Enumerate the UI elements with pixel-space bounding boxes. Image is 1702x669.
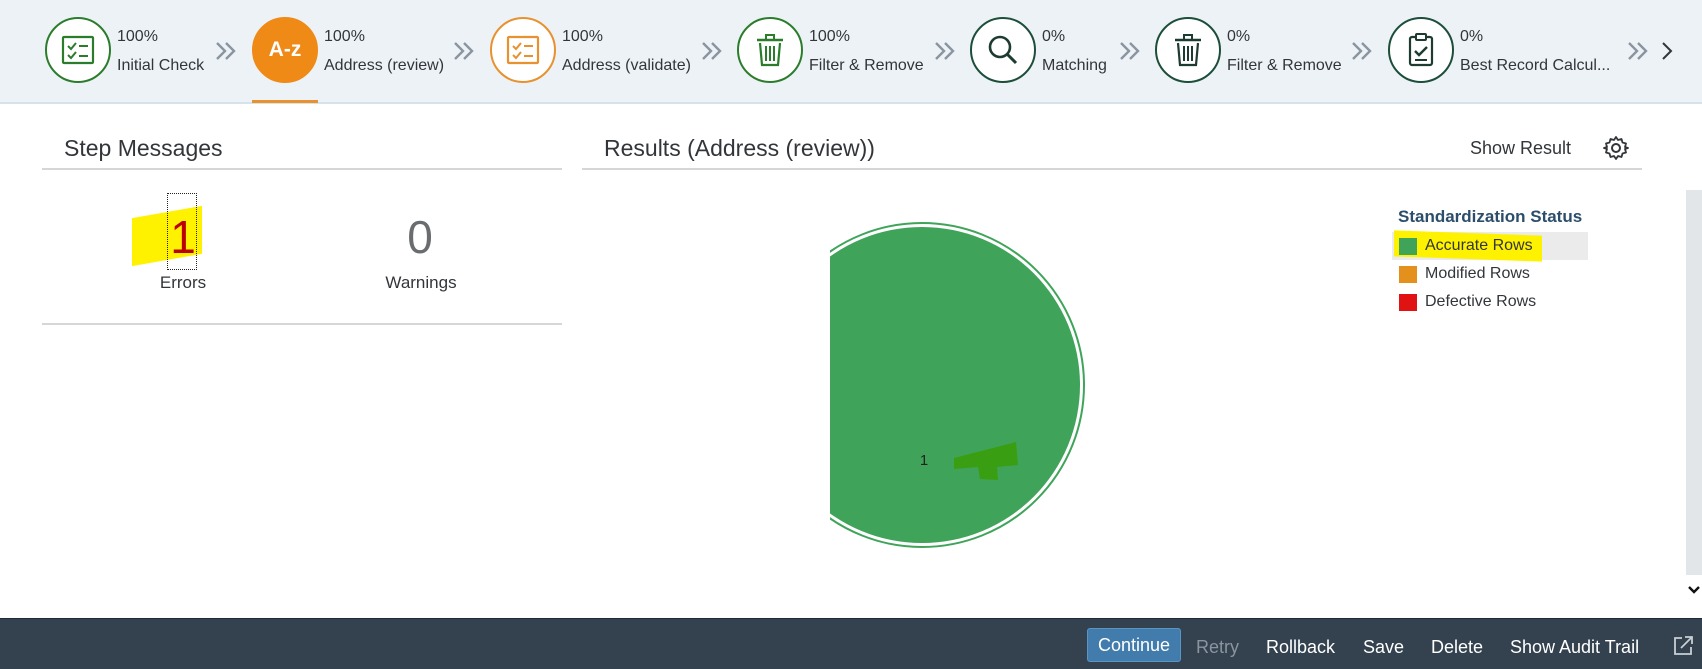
checklist-icon: [45, 17, 111, 83]
chevron-down-icon[interactable]: [1686, 582, 1702, 598]
double-chevron-right-icon: [933, 40, 957, 62]
continue-button[interactable]: Continue: [1087, 628, 1182, 662]
pie-chart: 1: [830, 222, 1085, 548]
trash-icon: [1155, 17, 1221, 83]
legend-label: Defective Rows: [1425, 293, 1537, 310]
gear-icon[interactable]: [1603, 135, 1629, 161]
results-title: Results (Address (review)): [604, 135, 875, 161]
scroll-right-icon[interactable]: [1658, 38, 1676, 64]
legend-item-modified-rows[interactable]: Modified Rows: [1392, 260, 1588, 288]
step-messages-title: Step Messages: [64, 135, 223, 161]
divider: [582, 168, 1642, 170]
double-chevron-right-icon: [452, 40, 476, 62]
double-chevron-right-icon: [1626, 40, 1650, 62]
double-chevron-right-icon: [214, 40, 238, 62]
active-step-indicator: [252, 100, 318, 103]
delete-button[interactable]: Delete: [1431, 630, 1483, 664]
process-step-address-review[interactable]: A-z 100% Address (review): [252, 17, 452, 103]
legend-swatch: [1399, 294, 1417, 311]
step-label: Initial Check: [117, 57, 205, 74]
step-percent: 0%: [1042, 28, 1066, 45]
pie-data-label: 1: [920, 452, 928, 469]
legend-title: Standardization Status: [1398, 207, 1583, 226]
step-percent: 0%: [1227, 28, 1251, 45]
checklist-icon: [490, 17, 556, 83]
show-result-button[interactable]: Show Result: [1470, 138, 1571, 159]
legend-swatch: [1399, 266, 1417, 283]
step-label: Filter & Remove: [1227, 57, 1342, 74]
step-label: Address (validate): [562, 57, 691, 74]
step-percent: 100%: [809, 28, 850, 45]
legend-label: Modified Rows: [1425, 265, 1530, 282]
retry-button[interactable]: Retry: [1196, 630, 1239, 664]
warnings-label: Warnings: [385, 273, 457, 292]
legend-swatch: [1399, 238, 1417, 255]
step-label: Best Record Calcul...: [1460, 57, 1611, 74]
divider: [42, 323, 562, 325]
legend-item-accurate-rows[interactable]: Accurate Rows: [1392, 230, 1588, 262]
pie-slice-accurate-rows[interactable]: [830, 227, 1080, 543]
step-percent: 100%: [324, 28, 365, 45]
legend-label: Accurate Rows: [1425, 237, 1533, 254]
step-percent: 100%: [562, 28, 603, 45]
a-z-icon-text: A-z: [268, 38, 302, 61]
errors-count[interactable]: 1: [143, 210, 223, 264]
process-step-best-record[interactable]: 0% Best Record Calcul...: [1388, 17, 1618, 87]
double-chevron-right-icon: [700, 40, 724, 62]
clipboard-check-icon: [1388, 17, 1454, 83]
process-step-filter-remove-2[interactable]: 0% Filter & Remove: [1155, 17, 1350, 87]
a-z-icon: A-z: [252, 17, 318, 83]
step-label: Address (review): [324, 57, 445, 74]
vertical-scrollbar[interactable]: [1686, 190, 1702, 575]
process-step-filter-remove[interactable]: 100% Filter & Remove: [737, 17, 937, 87]
errors-label: Errors: [159, 273, 207, 292]
double-chevron-right-icon: [1118, 40, 1142, 62]
process-step-matching[interactable]: 0% Matching: [970, 17, 1120, 87]
double-chevron-right-icon: [1350, 40, 1374, 62]
step-label: Filter & Remove: [809, 57, 924, 74]
search-icon: [970, 17, 1036, 83]
divider: [42, 168, 562, 170]
step-label: Matching: [1042, 57, 1107, 74]
show-audit-trail-button[interactable]: Show Audit Trail: [1510, 630, 1639, 664]
trash-icon: [737, 17, 803, 83]
export-icon[interactable]: [1672, 635, 1696, 657]
step-percent: 100%: [117, 28, 158, 45]
rollback-button[interactable]: Rollback: [1266, 630, 1335, 664]
legend-item-defective-rows[interactable]: Defective Rows: [1392, 288, 1588, 316]
warnings-count[interactable]: 0: [380, 210, 460, 264]
process-flow-bar: 100% Initial Check A-z 100% Address (rev…: [0, 0, 1702, 104]
process-step-address-validate[interactable]: 100% Address (validate): [490, 17, 700, 87]
save-button[interactable]: Save: [1363, 630, 1404, 664]
process-step-initial-check[interactable]: 100% Initial Check: [45, 17, 215, 87]
step-percent: 0%: [1460, 28, 1484, 45]
